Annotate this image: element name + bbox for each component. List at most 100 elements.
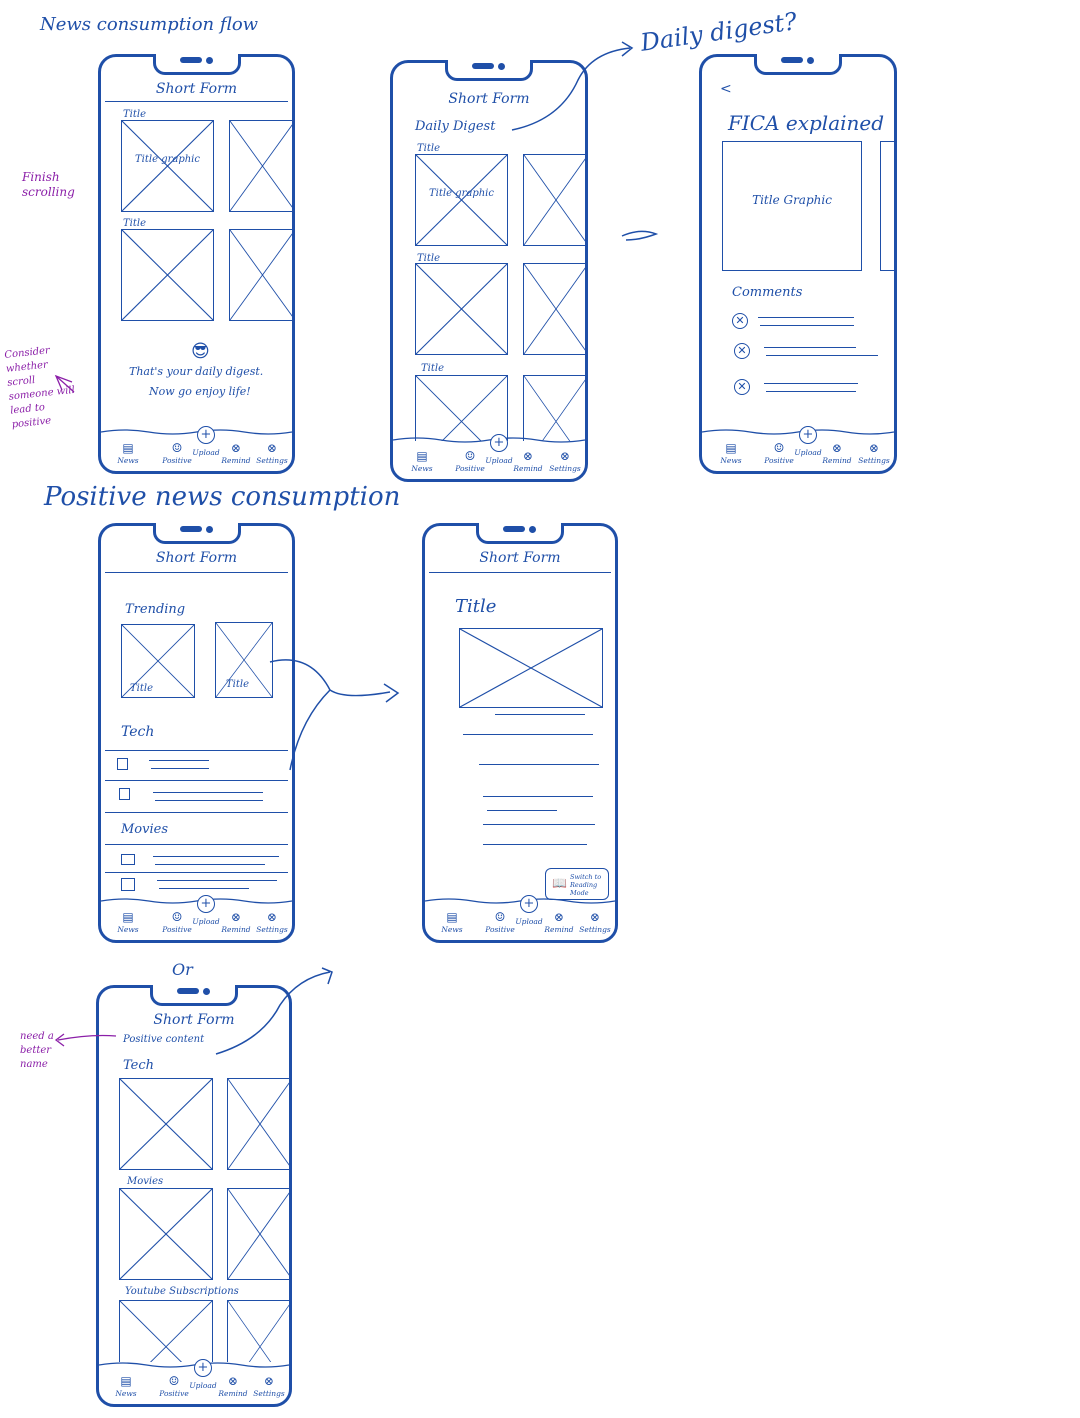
- bottom-tab-bar: ▤ News ☺ Positive + Upload ⊗ Remind ⊗ Setting…: [393, 434, 585, 479]
- newspaper-icon: ▤: [725, 441, 737, 455]
- news-tile[interactable]: [415, 263, 508, 355]
- phone-screen-3: < FICA explained Title Graphic Comments …: [699, 54, 897, 474]
- body-text-line: [487, 810, 557, 811]
- comment-line: [764, 347, 856, 348]
- tab-settings[interactable]: ⊗ Settings: [578, 911, 612, 934]
- tab-upload[interactable]: + Upload: [189, 895, 223, 926]
- phone-screen-2: Short Form Daily Digest Title Title grap…: [390, 60, 588, 482]
- tab-news[interactable]: ▤ News: [111, 911, 145, 934]
- tab-upload[interactable]: + Upload: [189, 426, 223, 457]
- tab-label: Remind: [822, 456, 852, 465]
- body-text-line: [483, 844, 587, 845]
- tech-header: Tech: [121, 724, 155, 740]
- tab-label: Upload: [485, 456, 513, 465]
- tab-settings[interactable]: ⊗ Settings: [857, 442, 891, 465]
- comment-line: [766, 391, 856, 392]
- tab-label: Settings: [256, 456, 288, 465]
- tab-label: Remind: [221, 456, 251, 465]
- content-tile[interactable]: [119, 1078, 213, 1170]
- phone-notch: [150, 985, 238, 1006]
- newspaper-icon: ▤: [416, 449, 428, 463]
- tab-label: Settings: [256, 925, 288, 934]
- news-tile[interactable]: [229, 229, 295, 321]
- news-tile[interactable]: [229, 120, 295, 212]
- positive-content-subtitle: Positive content: [123, 1034, 205, 1045]
- tab-remind[interactable]: ⊗ Remind: [511, 450, 545, 473]
- tab-remind[interactable]: ⊗ Remind: [219, 442, 253, 465]
- bottom-tab-bar: ▤ News ☺ Positive + Upload ⊗ Remind ⊗ Setting…: [99, 1359, 289, 1404]
- tab-label: Remind: [221, 925, 251, 934]
- tab-news[interactable]: ▤ News: [405, 450, 439, 473]
- article-image: [459, 628, 603, 708]
- content-tile[interactable]: [227, 1188, 292, 1280]
- tile-label: Title: [421, 363, 445, 374]
- phone-screen-1: Short Form Title Title graphic Title 😎 T…: [98, 54, 295, 474]
- news-tile[interactable]: Title graphic: [121, 120, 214, 212]
- tab-news[interactable]: ▤ News: [714, 442, 748, 465]
- tab-label: Upload: [794, 448, 822, 457]
- sunglasses-emoji-icon: 😎: [191, 341, 210, 362]
- tab-news[interactable]: ▤ News: [111, 442, 145, 465]
- header-divider: [429, 572, 611, 573]
- settings-icon: ⊗: [589, 910, 601, 924]
- tab-label: Upload: [189, 1381, 217, 1390]
- news-tile[interactable]: [523, 263, 588, 355]
- news-tile[interactable]: [121, 229, 214, 321]
- section-divider: [105, 872, 288, 873]
- tab-remind[interactable]: ⊗ Remind: [820, 442, 854, 465]
- tab-upload[interactable]: + Upload: [512, 895, 546, 926]
- plus-icon: +: [490, 434, 508, 452]
- youtube-subscriptions-header: Youtube Subscriptions: [125, 1286, 239, 1297]
- tab-label: Positive: [485, 925, 515, 934]
- close-circle-icon: ⊗: [230, 910, 242, 924]
- tab-news[interactable]: ▤ News: [435, 911, 469, 934]
- item-text-line: [153, 792, 263, 793]
- body-text-line: [483, 796, 593, 797]
- tab-label: Remind: [544, 925, 574, 934]
- news-tile[interactable]: [415, 375, 508, 441]
- body-text-line: [495, 714, 585, 715]
- news-tile[interactable]: Title graphic: [415, 154, 508, 246]
- avatar-icon: ✕: [734, 343, 750, 359]
- next-graphic-peek[interactable]: [880, 141, 896, 271]
- tab-label: Settings: [549, 464, 581, 473]
- tab-remind[interactable]: ⊗ Remind: [542, 911, 576, 934]
- news-tile[interactable]: [523, 375, 588, 441]
- tab-settings[interactable]: ⊗ Settings: [255, 911, 289, 934]
- back-button[interactable]: <: [720, 81, 732, 97]
- comments-header: Comments: [732, 285, 803, 300]
- content-tile[interactable]: [119, 1300, 213, 1362]
- tab-upload[interactable]: + Upload: [186, 1359, 220, 1390]
- item-text-line: [153, 856, 279, 857]
- tile-caption: Title graphic: [135, 153, 200, 165]
- trending-card[interactable]: Title: [215, 622, 273, 698]
- tab-settings[interactable]: ⊗ Settings: [252, 1375, 286, 1398]
- tab-label: Positive: [162, 456, 192, 465]
- newspaper-icon: ▤: [122, 441, 134, 455]
- comment-line: [766, 355, 878, 356]
- tab-label: News: [115, 1389, 137, 1398]
- content-tile[interactable]: [119, 1188, 213, 1280]
- tab-label: News: [441, 925, 463, 934]
- daily-digest-header: Daily Digest: [415, 119, 496, 134]
- tab-label: News: [720, 456, 742, 465]
- header-divider: [105, 572, 288, 573]
- thumbnail-icon: [117, 758, 128, 770]
- tab-news[interactable]: ▤ News: [109, 1375, 143, 1398]
- item-text-line: [149, 760, 209, 761]
- tab-label: News: [411, 464, 433, 473]
- tab-settings[interactable]: ⊗ Settings: [255, 442, 289, 465]
- content-tile[interactable]: [227, 1078, 292, 1170]
- news-tile[interactable]: [523, 154, 588, 246]
- newspaper-icon: ▤: [120, 1374, 132, 1388]
- book-icon: 📖: [552, 876, 567, 890]
- tab-remind[interactable]: ⊗ Remind: [216, 1375, 250, 1398]
- trending-card[interactable]: Title: [121, 624, 195, 698]
- app-title: Short Form: [155, 81, 238, 97]
- tile-caption: Title graphic: [429, 187, 494, 199]
- tab-remind[interactable]: ⊗ Remind: [219, 911, 253, 934]
- content-tile[interactable]: [227, 1300, 292, 1362]
- tab-settings[interactable]: ⊗ Settings: [548, 450, 582, 473]
- end-message-line-2: Now go enjoy life!: [149, 385, 251, 398]
- tab-label: News: [117, 456, 139, 465]
